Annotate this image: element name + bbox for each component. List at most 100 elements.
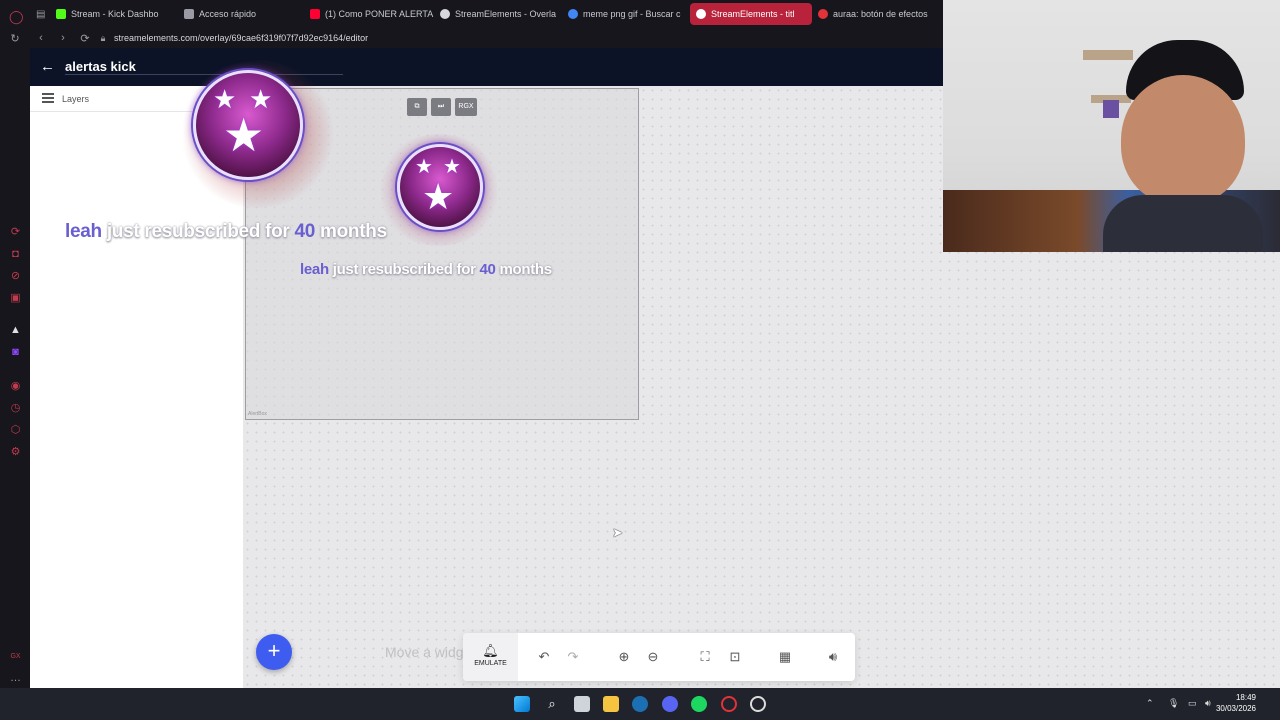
tab-label: StreamElements - Overla [455,9,557,19]
taskbar: ⌕ ⌃ 🎙︎ ▭ 🔊︎ 18:49 30/03/2026 [0,688,1280,720]
tab-label: Stream - Kick Dashbo [71,9,159,19]
obs-icon[interactable] [750,696,766,712]
forward-icon[interactable]: › [52,32,74,44]
dragged-alert-message: leah just resubscribed for 40 months [65,221,387,243]
add-widget-button[interactable]: + [256,634,292,670]
task-view-icon[interactable] [574,696,590,712]
sidebar-gx-icon[interactable]: ▣ [9,292,22,305]
kick-favicon-icon [56,9,66,19]
face [1121,75,1245,205]
tab-label: Acceso rápido [199,9,257,19]
mouse-cursor-icon: ➤ [612,525,623,540]
windows-start-icon[interactable] [514,696,530,712]
sidebar-messenger-icon[interactable]: ⊘ [9,270,22,283]
sidebar-settings-icon[interactable]: ⚙ [9,446,22,459]
tab-acceso-rapido[interactable]: Acceso rápido [178,3,304,25]
youtube-favicon-icon [310,9,320,19]
volume-icon[interactable]: 🔊︎ [824,648,842,666]
webcam-feed [943,0,1280,252]
discord-icon[interactable] [662,696,678,712]
lock-icon: 🔒︎ [100,32,106,43]
fullscreen-icon[interactable]: ⛶ [696,648,714,666]
grid-icon[interactable]: ▦ [776,648,794,666]
skip-alert-icon[interactable]: ⏭ [431,98,451,116]
alert-message: leah just resubscribed for 40 months [300,261,552,278]
sidebar-more-icon[interactable]: … [9,672,22,685]
emulate-button[interactable]: 🔔︎ EMULATE [463,633,518,681]
menu-icon[interactable] [42,93,54,103]
layers-label: Layers [62,94,90,104]
clock-date[interactable]: 30/03/2026 [1216,704,1256,713]
tab-label: StreamElements - titl [711,9,795,19]
regex-icon[interactable]: RGX [455,98,477,116]
reload-icon[interactable]: ↻ [0,32,30,45]
tray-chevron-icon[interactable]: ⌃ [1146,698,1154,709]
shelf-object [1103,100,1119,118]
opera-logo-icon[interactable]: ◯ [9,10,24,23]
google-favicon-icon [568,9,578,19]
streamelements-favicon-icon [440,9,450,19]
sidebar-history-icon[interactable]: ◷ [9,402,22,415]
editor-header: ← alertas kick [30,48,943,86]
file-explorer-icon[interactable] [603,696,619,712]
sidebar-kick-icon[interactable]: ▲ [9,324,22,337]
tab-pinned-tab-grid[interactable]: ▤ [30,3,50,25]
back-arrow-icon[interactable]: ← [40,58,55,75]
hint-text: Move a widget [385,644,476,660]
opera-gx-icon[interactable] [721,696,737,712]
redo-icon[interactable]: ↷ [564,648,582,666]
alert-months: 40 [479,261,496,278]
editor-toolbar: 🔔︎ EMULATE ↶ ↷ ⊕ ⊖ ⛶ ⊡ ▦ 🔊︎ [463,633,855,681]
sidebar-extensions-icon[interactable]: ⬡ [9,424,22,437]
sidebar-gx-label-icon[interactable]: GX [9,650,22,663]
tab-auraa-effects[interactable]: auraa: botón de efectos d [812,3,930,25]
browser-sidebar: ◯ ⟳ ◘ ⊘ ▣ ▲ ◙ ◉ ◷ ⬡ ⚙ GX … [0,0,30,688]
tab-label: (1) Como PONER ALERTA [325,9,434,19]
grid-favicon-icon [184,9,194,19]
tab-kick-dashboard[interactable]: Stream - Kick Dashbo [50,3,178,25]
tab-streamelements-overlay[interactable]: StreamElements - Overla [434,3,562,25]
speaker-icon[interactable]: 🔊︎ [1205,698,1211,709]
sidebar-speed-dial-icon[interactable]: ⟳ [9,226,22,239]
exit-fullscreen-icon[interactable]: ⊡ [726,648,744,666]
frame-label: AlertBox [248,411,267,417]
refresh-page-icon[interactable]: ⟳ [74,32,96,45]
sidebar-twitch-icon[interactable]: ◙ [9,346,22,359]
undo-icon[interactable]: ↶ [535,648,553,666]
search-icon[interactable]: ⌕ [544,696,560,712]
alert-action: just resubscribed for [106,221,290,242]
steam-icon[interactable] [632,696,648,712]
back-icon[interactable]: ‹ [30,32,52,44]
network-icon[interactable]: ▭ [1188,698,1197,709]
sidebar-record-icon[interactable]: ◉ [9,380,22,393]
spotify-icon[interactable] [691,696,707,712]
zoom-in-icon[interactable]: ⊕ [615,648,633,666]
bell-icon: 🔔︎ [482,643,499,658]
shirt [1103,195,1263,252]
alert-username: leah [65,221,102,242]
star-icon: ★ [223,109,265,161]
tab-grid-icon: ▤ [36,8,46,20]
zoom-out-icon[interactable]: ⊖ [644,648,662,666]
sidebar-bag-icon[interactable]: ◘ [9,248,22,261]
url-field[interactable]: streamelements.com/overlay/69cae6f319f07… [114,33,368,43]
tab-label: meme png gif - Buscar c [583,9,681,19]
recording-favicon-icon [818,9,828,19]
microphone-icon[interactable]: 🎙︎ [1168,698,1179,709]
shelf [1083,50,1133,60]
tab-bar: ▤ Stream - Kick Dashbo Acceso rápido (1)… [30,0,943,28]
duplicate-widget-icon[interactable]: ⧉ [407,98,427,116]
alert-action: just resubscribed for [332,261,476,278]
alert-months: 40 [294,221,316,242]
tab-label: auraa: botón de efectos d [833,9,930,19]
tab-streamelements-active[interactable]: StreamElements - titl [690,3,812,25]
tab-youtube-video[interactable]: (1) Como PONER ALERTA [304,3,434,25]
tab-google-search[interactable]: meme png gif - Buscar c [562,3,690,25]
clock-time[interactable]: 18:49 [1236,693,1256,702]
address-bar-row: ↻ ‹ › ⟳ 🔒︎ streamelements.com/overlay/69… [0,28,943,48]
alert-suffix: months [499,261,552,278]
alert-suffix: months [320,221,387,242]
alert-username: leah [300,261,329,278]
overlay-title[interactable]: alertas kick [65,59,136,74]
streamelements-favicon-icon [696,9,706,19]
